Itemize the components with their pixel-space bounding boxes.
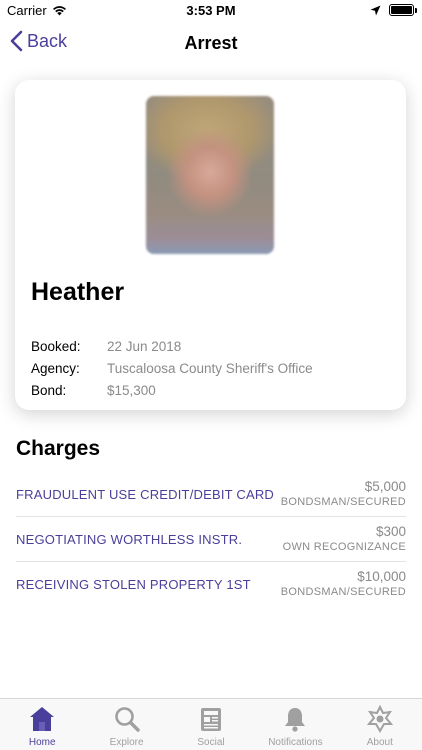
charge-name: NEGOTIATING WORTHLESS INSTR. (16, 532, 243, 547)
booked-row: Booked: 22 Jun 2018 (31, 335, 391, 357)
agency-row: Agency: Tuscaloosa County Sheriff's Offi… (31, 357, 391, 379)
tab-home[interactable]: Home (0, 699, 84, 750)
bond-label: Bond: (31, 382, 67, 398)
charges-list: FRAUDULENT USE CREDIT/DEBIT CARD $5,000 … (16, 472, 406, 607)
agency-label: Agency: (31, 360, 80, 376)
charge-row[interactable]: RECEIVING STOLEN PROPERTY 1ST $10,000 BO… (16, 562, 406, 607)
charge-bond-type: OWN RECOGNIZANCE (282, 541, 406, 553)
booked-value: 22 Jun 2018 (107, 338, 182, 354)
bond-row: Bond: $15,300 (31, 379, 391, 401)
charge-amount: $300 (375, 524, 406, 539)
arrest-card: Heather Booked: 22 Jun 2018 Agency: Tusc… (15, 80, 406, 410)
agency-value: Tuscaloosa County Sheriff's Office (107, 360, 313, 376)
charge-amount: $5,000 (364, 479, 406, 494)
tab-notifications[interactable]: Notifications (253, 699, 337, 750)
tab-notifications-label: Notifications (268, 737, 323, 748)
charge-bond-type: BONDSMAN/SECURED (280, 496, 406, 508)
person-name: Heather (31, 278, 125, 306)
battery-icon (389, 4, 417, 16)
tab-social[interactable]: Social (169, 699, 253, 750)
charge-row[interactable]: FRAUDULENT USE CREDIT/DEBIT CARD $5,000 … (16, 472, 406, 517)
sheriff-star-icon (366, 705, 394, 733)
home-icon (28, 705, 56, 733)
search-icon (113, 705, 141, 733)
tab-social-label: Social (197, 737, 225, 748)
tab-about[interactable]: About (338, 699, 422, 750)
charges-heading: Charges (16, 437, 101, 460)
clock: 3:53 PM (186, 3, 236, 18)
newspaper-icon (197, 705, 225, 733)
status-bar: Carrier 3:53 PM (0, 0, 422, 22)
tab-explore-label: Explore (109, 737, 144, 748)
charge-name: RECEIVING STOLEN PROPERTY 1ST (16, 577, 251, 592)
charge-amount: $10,000 (357, 569, 406, 584)
bond-value: $15,300 (107, 382, 156, 398)
page-title: Arrest (184, 33, 238, 53)
mugshot-photo (146, 96, 274, 254)
tab-explore[interactable]: Explore (84, 699, 168, 750)
bell-icon (281, 705, 309, 733)
location-arrow-icon (370, 5, 381, 15)
charge-name: FRAUDULENT USE CREDIT/DEBIT CARD (16, 487, 275, 502)
tab-about-label: About (366, 737, 393, 748)
charge-row[interactable]: NEGOTIATING WORTHLESS INSTR. $300 OWN RE… (16, 517, 406, 562)
charge-bond-type: BONDSMAN/SECURED (280, 586, 406, 598)
arrest-details: Booked: 22 Jun 2018 Agency: Tuscaloosa C… (31, 335, 391, 401)
navigation-bar: Back Arrest (0, 22, 422, 66)
booked-label: Booked: (31, 338, 81, 354)
tab-home-label: Home (28, 737, 56, 748)
tab-bar: Home Explore Social Notifications About (0, 698, 422, 750)
